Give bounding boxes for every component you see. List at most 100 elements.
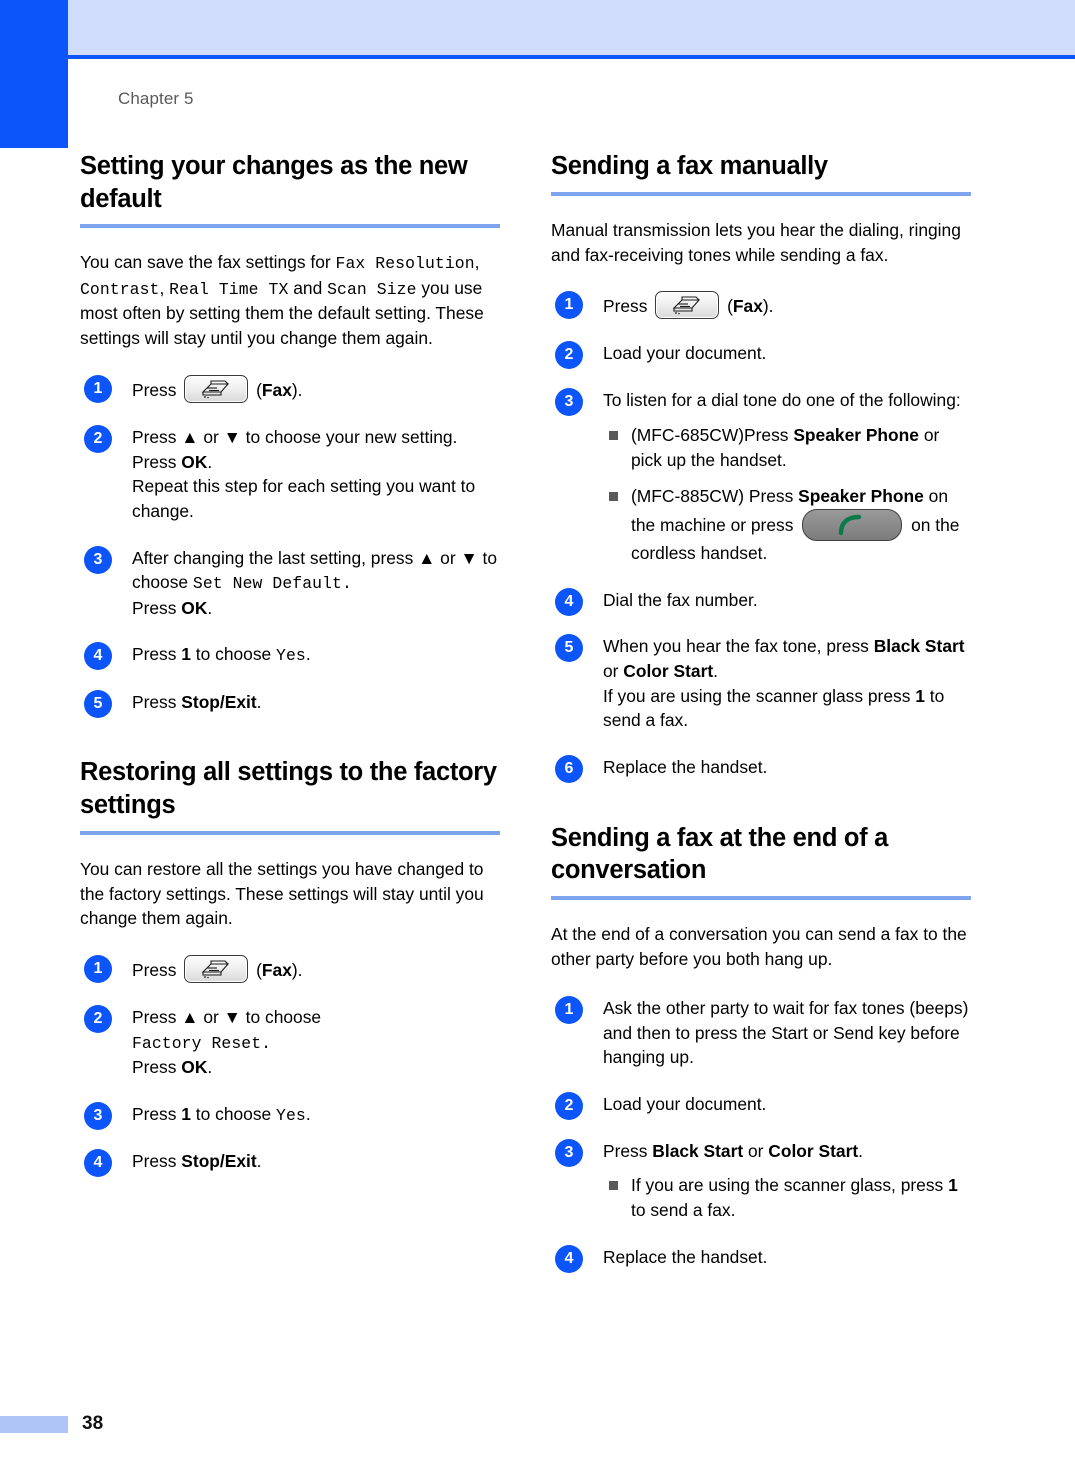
- step-item: 2 Load your document.: [551, 1091, 971, 1120]
- step-text-mid: to choose: [190, 644, 277, 665]
- left-column: Setting your changes as the new default …: [80, 150, 500, 1196]
- phone-key-icon[interactable]: [802, 508, 903, 541]
- step-text: Press 1 to choose Yes.: [132, 1102, 500, 1127]
- left-edge-blue-bar: [0, 0, 68, 148]
- step-line-2b: .: [207, 451, 213, 472]
- key-label-speaker-phone: Speaker Phone: [798, 486, 924, 507]
- step-number-badge: 2: [555, 1091, 583, 1120]
- fax-key-icon[interactable]: [184, 374, 249, 403]
- step-text-end: .: [256, 1151, 262, 1172]
- step-text: Replace the handset.: [603, 757, 768, 778]
- step-line-3: Repeat this step for each setting you wa…: [132, 476, 476, 522]
- step-number-badge: 1: [555, 995, 583, 1024]
- step-text-mid: to choose: [190, 1104, 277, 1125]
- step-line-3a: Press: [132, 1057, 182, 1078]
- step-text-pre: Press: [603, 1140, 653, 1161]
- page-footer: 38: [0, 1413, 200, 1435]
- step-item: 4 Replace the handset.: [551, 1244, 971, 1273]
- section-sending-fax-end-of-conversation: Sending a fax at the end of a conversati…: [551, 822, 971, 1273]
- key-label-black-start: Black Start: [873, 636, 965, 657]
- key-label-ok: OK: [181, 597, 208, 618]
- step-number-badge: 4: [555, 587, 583, 616]
- step-number-badge: 3: [84, 545, 112, 574]
- step-item: 3 Press 1 to choose Yes.: [80, 1102, 500, 1131]
- page-header-band: [68, 0, 1075, 59]
- step-text: Dial the fax number.: [603, 589, 758, 610]
- lcd-term-set-new-default: Set New Default.: [192, 574, 352, 594]
- section-setting-your-changes: Setting your changes as the new default …: [80, 150, 500, 718]
- key-label-one: 1: [181, 1104, 191, 1125]
- step-item: 1 Press (Fax).: [80, 955, 500, 984]
- key-label-fax: Fax: [732, 296, 763, 317]
- section-restoring-factory-settings: Restoring all settings to the factory se…: [80, 756, 500, 1178]
- key-label-color-start: Color Start: [623, 661, 714, 682]
- step-text-pre: Press: [132, 960, 182, 981]
- key-label-fax: Fax: [261, 379, 292, 400]
- step-number-badge: 1: [84, 955, 112, 984]
- step-number-badge: 3: [555, 388, 583, 417]
- section-title: Sending a fax at the end of a conversati…: [551, 823, 889, 885]
- square-bullet-icon: [609, 1181, 618, 1191]
- intro-text-1: You can save the fax settings for: [80, 252, 336, 273]
- bullet-text-a: (MFC-685CW)Press: [631, 424, 794, 445]
- step-line-3b: .: [207, 1057, 213, 1078]
- step-item: 6 Replace the handset.: [551, 755, 971, 784]
- chapter-label: Chapter 5: [118, 89, 194, 108]
- step-text: Press (Fax).: [132, 374, 500, 403]
- step-text-paren-close: ).: [291, 379, 303, 400]
- step-text-pre: Press: [132, 1104, 182, 1125]
- section-rule: [80, 830, 500, 835]
- step-item: 2 Press ▲ or ▼ to choose your new settin…: [80, 424, 500, 524]
- step-text-mid: or: [743, 1140, 769, 1161]
- square-bullet-icon: [609, 430, 618, 440]
- sub-bullet-list: If you are using the scanner glass, pres…: [603, 1173, 971, 1222]
- key-label-one: 1: [181, 644, 191, 665]
- step-text-paren-close: ).: [291, 960, 303, 981]
- step-text-paren-open: (: [251, 379, 262, 400]
- lcd-term-scan-size: Scan Size: [327, 279, 417, 299]
- step-number-badge: 5: [84, 689, 112, 718]
- step-text: Press Stop/Exit.: [132, 690, 500, 715]
- step-text-end: .: [305, 1104, 311, 1125]
- key-label-speaker-phone: Speaker Phone: [793, 424, 919, 445]
- footer-accent-bar: [0, 1416, 68, 1433]
- step-item: 2 Press ▲ or ▼ to choose Factory Reset. Pr…: [80, 1005, 500, 1080]
- step-number-badge: 6: [555, 755, 583, 784]
- step-number-badge: 4: [84, 642, 112, 671]
- step-line-1: Press ▲ or ▼ to choose your new setting.: [132, 426, 458, 447]
- lcd-term-yes: Yes: [276, 646, 306, 666]
- fax-key-icon[interactable]: [655, 291, 720, 320]
- section-rule: [551, 896, 971, 901]
- step-number-badge: 4: [84, 1149, 112, 1178]
- lcd-term-factory-reset: Factory Reset.: [132, 1034, 272, 1054]
- step-text-paren-open: (: [251, 960, 262, 981]
- fax-key-icon[interactable]: [184, 955, 249, 984]
- key-label-one: 1: [948, 1175, 958, 1196]
- bullet-text-b: to send a fax.: [631, 1200, 736, 1221]
- step-text: Load your document.: [603, 343, 767, 364]
- step-text: Press Stop/Exit.: [132, 1149, 500, 1174]
- step-item: 3 After changing the last setting, press…: [80, 545, 500, 621]
- sub-bullet-item: (MFC-885CW) Press Speaker Phone on the m…: [609, 484, 971, 565]
- step-number-badge: 3: [84, 1102, 112, 1131]
- key-label-one: 1: [915, 685, 925, 706]
- step-text: Press 1 to choose Yes.: [132, 642, 500, 667]
- step-item: 3 To listen for a dial tone do one of th…: [551, 388, 971, 566]
- section-intro-paragraph: You can save the fax settings for Fax Re…: [80, 250, 500, 351]
- intro-sep-3: and: [288, 277, 328, 298]
- step-item: 1 Ask the other party to wait for fax to…: [551, 995, 971, 1070]
- step-text-pre: Press: [132, 1151, 182, 1172]
- step-number-badge: 5: [555, 634, 583, 663]
- step-text-end: .: [256, 691, 262, 712]
- step-text: Press (Fax).: [132, 955, 500, 984]
- step-line-2a: Press: [132, 451, 182, 472]
- step-text: Press ▲ or ▼ to choose Factory Reset. Pres…: [132, 1005, 500, 1080]
- section-intro-paragraph: You can restore all the settings you hav…: [80, 858, 484, 929]
- key-label-stop-exit: Stop/Exit: [181, 691, 257, 712]
- lcd-term-contrast: Contrast: [80, 279, 160, 299]
- step-text: To listen for a dial tone do one of the …: [603, 388, 971, 566]
- step-text: Load your document.: [603, 1093, 767, 1114]
- step-line-2a: Press: [132, 597, 182, 618]
- sub-bullet-list: (MFC-685CW)Press Speaker Phone or pick u…: [603, 423, 971, 566]
- key-label-color-start: Color Start: [768, 1140, 859, 1161]
